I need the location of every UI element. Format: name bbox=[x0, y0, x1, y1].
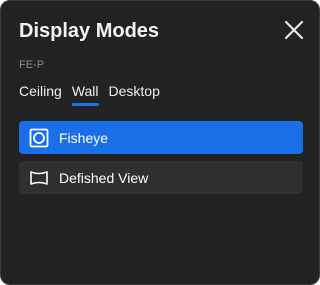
mode-list: Fisheye Defished View bbox=[19, 121, 303, 201]
mode-item-defished-view[interactable]: Defished View bbox=[19, 161, 303, 194]
device-label: FE-P bbox=[19, 59, 45, 71]
tab-wall[interactable]: Wall bbox=[71, 82, 99, 106]
fisheye-icon bbox=[29, 128, 49, 148]
mode-item-fisheye[interactable]: Fisheye bbox=[19, 121, 303, 154]
close-button[interactable] bbox=[283, 19, 305, 41]
mode-label: Defished View bbox=[59, 169, 149, 186]
defished-view-icon bbox=[29, 168, 49, 188]
mount-tabs: Ceiling Wall Desktop bbox=[19, 82, 160, 106]
display-modes-dialog: Display Modes FE-P Ceiling Wall Desktop … bbox=[0, 0, 320, 285]
mode-label: Fisheye bbox=[59, 129, 109, 146]
dialog-title: Display Modes bbox=[19, 20, 160, 42]
tab-ceiling[interactable]: Ceiling bbox=[19, 82, 62, 106]
tab-desktop[interactable]: Desktop bbox=[109, 82, 160, 106]
close-icon bbox=[283, 19, 305, 41]
